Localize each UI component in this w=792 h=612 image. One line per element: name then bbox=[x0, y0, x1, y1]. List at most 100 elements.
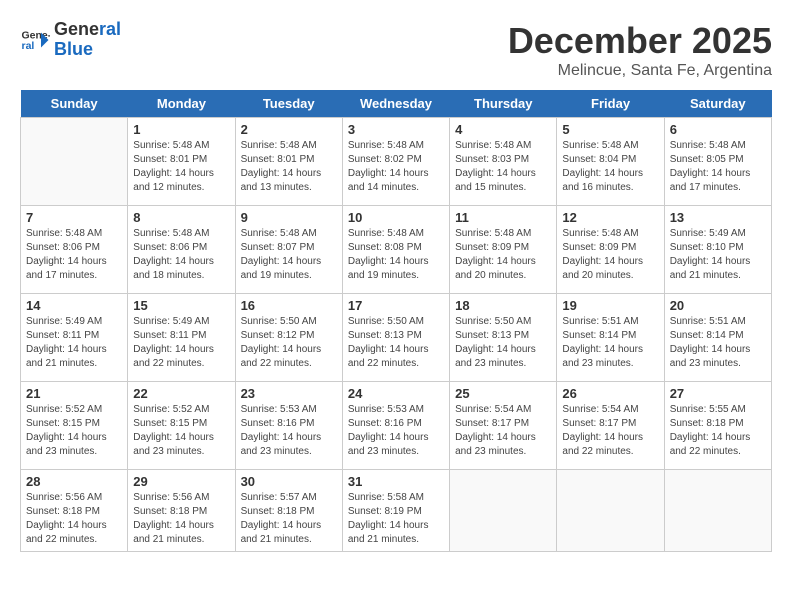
day-info: Sunrise: 5:52 AMSunset: 8:15 PMDaylight:… bbox=[26, 403, 122, 459]
day-info: Sunrise: 5:50 AMSunset: 8:13 PMDaylight:… bbox=[348, 315, 444, 371]
day-number: 5 bbox=[562, 122, 658, 137]
calendar-cell: 7 Sunrise: 5:48 AMSunset: 8:06 PMDaylight… bbox=[21, 206, 128, 294]
day-info: Sunrise: 5:48 AMSunset: 8:08 PMDaylight:… bbox=[348, 227, 444, 283]
calendar-cell: 13 Sunrise: 5:49 AMSunset: 8:10 PMDayligh… bbox=[664, 206, 771, 294]
day-header-thursday: Thursday bbox=[450, 90, 557, 118]
day-number: 26 bbox=[562, 386, 658, 401]
calendar-week-row: 21 Sunrise: 5:52 AMSunset: 8:15 PMDayligh… bbox=[21, 382, 772, 470]
calendar-week-row: 7 Sunrise: 5:48 AMSunset: 8:06 PMDaylight… bbox=[21, 206, 772, 294]
day-info: Sunrise: 5:58 AMSunset: 8:19 PMDaylight:… bbox=[348, 491, 444, 547]
day-info: Sunrise: 5:48 AMSunset: 8:03 PMDaylight:… bbox=[455, 139, 551, 195]
day-number: 3 bbox=[348, 122, 444, 137]
day-info: Sunrise: 5:48 AMSunset: 8:07 PMDaylight:… bbox=[241, 227, 337, 283]
calendar-header-row: SundayMondayTuesdayWednesdayThursdayFrid… bbox=[21, 90, 772, 118]
day-info: Sunrise: 5:51 AMSunset: 8:14 PMDaylight:… bbox=[670, 315, 766, 371]
day-info: Sunrise: 5:57 AMSunset: 8:18 PMDaylight:… bbox=[241, 491, 337, 547]
logo-icon: Gene- ral bbox=[20, 25, 50, 55]
calendar-cell: 30 Sunrise: 5:57 AMSunset: 8:18 PMDayligh… bbox=[235, 470, 342, 552]
calendar-cell: 8 Sunrise: 5:48 AMSunset: 8:06 PMDaylight… bbox=[128, 206, 235, 294]
day-info: Sunrise: 5:49 AMSunset: 8:10 PMDaylight:… bbox=[670, 227, 766, 283]
day-info: Sunrise: 5:48 AMSunset: 8:04 PMDaylight:… bbox=[562, 139, 658, 195]
month-title: December 2025 bbox=[508, 20, 772, 62]
day-info: Sunrise: 5:54 AMSunset: 8:17 PMDaylight:… bbox=[455, 403, 551, 459]
day-number: 7 bbox=[26, 210, 122, 225]
day-header-friday: Friday bbox=[557, 90, 664, 118]
calendar-cell: 17 Sunrise: 5:50 AMSunset: 8:13 PMDayligh… bbox=[342, 294, 449, 382]
calendar-cell: 20 Sunrise: 5:51 AMSunset: 8:14 PMDayligh… bbox=[664, 294, 771, 382]
day-info: Sunrise: 5:54 AMSunset: 8:17 PMDaylight:… bbox=[562, 403, 658, 459]
calendar-cell: 2 Sunrise: 5:48 AMSunset: 8:01 PMDaylight… bbox=[235, 118, 342, 206]
logo: Gene- ral General Blue bbox=[20, 20, 121, 60]
day-number: 2 bbox=[241, 122, 337, 137]
day-number: 19 bbox=[562, 298, 658, 313]
subtitle: Melincue, Santa Fe, Argentina bbox=[508, 62, 772, 80]
day-number: 11 bbox=[455, 210, 551, 225]
day-number: 24 bbox=[348, 386, 444, 401]
calendar-cell: 15Sunrise: 5:49 AMSunset: 8:11 PMDayligh… bbox=[128, 294, 235, 382]
calendar-cell: 25 Sunrise: 5:54 AMSunset: 8:17 PMDayligh… bbox=[450, 382, 557, 470]
calendar-cell bbox=[664, 470, 771, 552]
calendar-cell bbox=[21, 118, 128, 206]
calendar-cell: 24 Sunrise: 5:53 AMSunset: 8:16 PMDayligh… bbox=[342, 382, 449, 470]
day-info: Sunrise: 5:50 AMSunset: 8:13 PMDaylight:… bbox=[455, 315, 551, 371]
calendar-cell: 12Sunrise: 5:48 AMSunset: 8:09 PMDayligh… bbox=[557, 206, 664, 294]
day-info: Sunrise: 5:56 AMSunset: 8:18 PMDaylight:… bbox=[26, 491, 122, 547]
day-number: 8 bbox=[133, 210, 229, 225]
day-info: Sunrise: 5:48 AMSunset: 8:02 PMDaylight:… bbox=[348, 139, 444, 195]
day-info: Sunrise: 5:53 AMSunset: 8:16 PMDaylight:… bbox=[241, 403, 337, 459]
calendar-cell: 31 Sunrise: 5:58 AMSunset: 8:19 PMDayligh… bbox=[342, 470, 449, 552]
day-info: Sunrise: 5:51 AMSunset: 8:14 PMDaylight:… bbox=[562, 315, 658, 371]
calendar-cell: 28 Sunrise: 5:56 AMSunset: 8:18 PMDayligh… bbox=[21, 470, 128, 552]
day-info: Sunrise: 5:48 AMSunset: 8:09 PMDaylight:… bbox=[455, 227, 551, 283]
day-header-saturday: Saturday bbox=[664, 90, 771, 118]
day-number: 1 bbox=[133, 122, 229, 137]
day-number: 13 bbox=[670, 210, 766, 225]
day-number: 14 bbox=[26, 298, 122, 313]
calendar-cell: 10 Sunrise: 5:48 AMSunset: 8:08 PMDayligh… bbox=[342, 206, 449, 294]
calendar-cell: 6Sunrise: 5:48 AMSunset: 8:05 PMDaylight… bbox=[664, 118, 771, 206]
day-number: 21 bbox=[26, 386, 122, 401]
calendar-cell: 18 Sunrise: 5:50 AMSunset: 8:13 PMDayligh… bbox=[450, 294, 557, 382]
day-number: 9 bbox=[241, 210, 337, 225]
calendar-week-row: 14Sunrise: 5:49 AMSunset: 8:11 PMDayligh… bbox=[21, 294, 772, 382]
day-number: 23 bbox=[241, 386, 337, 401]
calendar-cell bbox=[450, 470, 557, 552]
page-header: Gene- ral General Blue December 2025 Mel… bbox=[20, 20, 772, 80]
day-number: 25 bbox=[455, 386, 551, 401]
day-info: Sunrise: 5:48 AMSunset: 8:09 PMDaylight:… bbox=[562, 227, 658, 283]
calendar-cell: 27 Sunrise: 5:55 AMSunset: 8:18 PMDayligh… bbox=[664, 382, 771, 470]
day-info: Sunrise: 5:53 AMSunset: 8:16 PMDaylight:… bbox=[348, 403, 444, 459]
day-info: Sunrise: 5:48 AMSunset: 8:06 PMDaylight:… bbox=[133, 227, 229, 283]
calendar-cell: 14Sunrise: 5:49 AMSunset: 8:11 PMDayligh… bbox=[21, 294, 128, 382]
day-number: 10 bbox=[348, 210, 444, 225]
day-number: 20 bbox=[670, 298, 766, 313]
day-number: 18 bbox=[455, 298, 551, 313]
day-number: 17 bbox=[348, 298, 444, 313]
calendar-cell: 26 Sunrise: 5:54 AMSunset: 8:17 PMDayligh… bbox=[557, 382, 664, 470]
day-number: 28 bbox=[26, 474, 122, 489]
calendar-cell: 9 Sunrise: 5:48 AMSunset: 8:07 PMDaylight… bbox=[235, 206, 342, 294]
day-info: Sunrise: 5:56 AMSunset: 8:18 PMDaylight:… bbox=[133, 491, 229, 547]
day-number: 27 bbox=[670, 386, 766, 401]
calendar-week-row: 28 Sunrise: 5:56 AMSunset: 8:18 PMDayligh… bbox=[21, 470, 772, 552]
day-number: 30 bbox=[241, 474, 337, 489]
calendar-week-row: 1 Sunrise: 5:48 AMSunset: 8:01 PMDaylight… bbox=[21, 118, 772, 206]
day-number: 4 bbox=[455, 122, 551, 137]
day-number: 31 bbox=[348, 474, 444, 489]
calendar-cell: 1Sunrise: 5:48 AMSunset: 8:01 PMDaylight… bbox=[128, 118, 235, 206]
calendar-cell bbox=[557, 470, 664, 552]
calendar-cell: 5 Sunrise: 5:48 AMSunset: 8:04 PMDaylight… bbox=[557, 118, 664, 206]
calendar-cell: 21 Sunrise: 5:52 AMSunset: 8:15 PMDayligh… bbox=[21, 382, 128, 470]
day-info: Sunrise: 5:55 AMSunset: 8:18 PMDaylight:… bbox=[670, 403, 766, 459]
calendar-table: SundayMondayTuesdayWednesdayThursdayFrid… bbox=[20, 90, 772, 552]
title-area: December 2025 Melincue, Santa Fe, Argent… bbox=[508, 20, 772, 80]
day-info: Sunrise: 5:48 AMSunset: 8:06 PMDaylight:… bbox=[26, 227, 122, 283]
day-number: 16 bbox=[241, 298, 337, 313]
day-header-tuesday: Tuesday bbox=[235, 90, 342, 118]
day-info: Sunrise: 5:48 AMSunset: 8:05 PMDaylight:… bbox=[670, 139, 766, 195]
calendar-cell: 29Sunrise: 5:56 AMSunset: 8:18 PMDayligh… bbox=[128, 470, 235, 552]
day-header-monday: Monday bbox=[128, 90, 235, 118]
calendar-cell: 16 Sunrise: 5:50 AMSunset: 8:12 PMDayligh… bbox=[235, 294, 342, 382]
day-info: Sunrise: 5:48 AMSunset: 8:01 PMDaylight:… bbox=[241, 139, 337, 195]
day-info: Sunrise: 5:50 AMSunset: 8:12 PMDaylight:… bbox=[241, 315, 337, 371]
